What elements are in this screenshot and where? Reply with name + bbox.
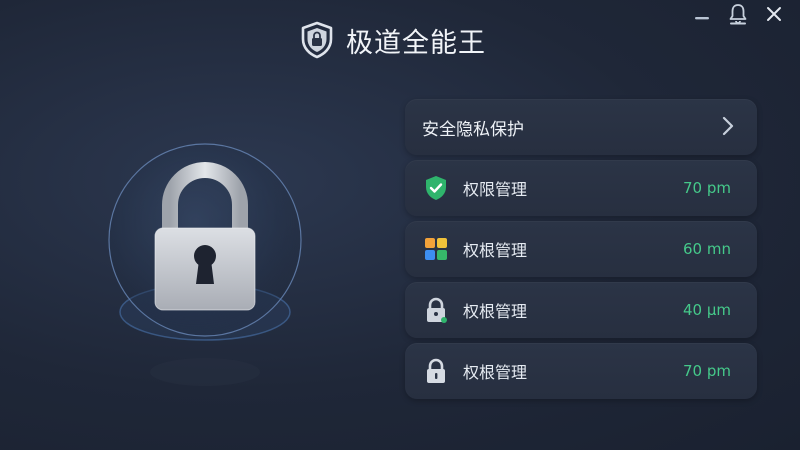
app-grid-icon xyxy=(423,236,449,262)
permission-row-2[interactable]: 权根管理 60 mn xyxy=(405,221,757,277)
lock-icon xyxy=(423,358,449,384)
minimize-button[interactable] xyxy=(690,4,714,28)
app-title: 极道全能王 xyxy=(346,27,486,59)
minimize-icon xyxy=(693,5,711,27)
window-controls xyxy=(690,4,786,28)
padlock-icon xyxy=(100,140,310,400)
row-value: 60 mn xyxy=(683,240,731,258)
hero-illustration xyxy=(100,140,310,400)
app-header: 极道全能王 xyxy=(300,18,486,62)
permission-row-4[interactable]: 权根管理 70 pm xyxy=(405,343,757,399)
section-title: 安全隐私保护 xyxy=(422,119,524,140)
row-value: 40 µm xyxy=(682,301,731,319)
chevron-right-icon xyxy=(721,115,735,141)
security-privacy-row[interactable]: 安全隐私保护 xyxy=(405,99,757,155)
shield-check-icon xyxy=(423,175,449,201)
permission-row-3[interactable]: 权根管理 40 µm xyxy=(405,282,757,338)
row-value: 70 pm xyxy=(683,362,731,380)
row-label: 权根管理 xyxy=(463,302,528,321)
permission-row-1[interactable]: 权限管理 70 pm xyxy=(405,160,757,216)
bell-icon xyxy=(728,3,748,29)
row-label: 权根管理 xyxy=(463,363,528,382)
privacy-panel: 安全隐私保护 权限管理 70 pm 权根管理 60 mn 权根管理 40 µm … xyxy=(405,99,757,404)
row-value: 70 pm xyxy=(683,179,731,197)
close-icon xyxy=(765,5,783,27)
shield-lock-icon xyxy=(300,21,334,59)
lock-small-icon xyxy=(423,297,449,323)
row-label: 权根管理 xyxy=(463,241,528,260)
title-bar: 极道全能王 xyxy=(0,0,800,80)
notification-button[interactable] xyxy=(726,4,750,28)
row-label: 权限管理 xyxy=(463,180,528,199)
close-button[interactable] xyxy=(762,4,786,28)
